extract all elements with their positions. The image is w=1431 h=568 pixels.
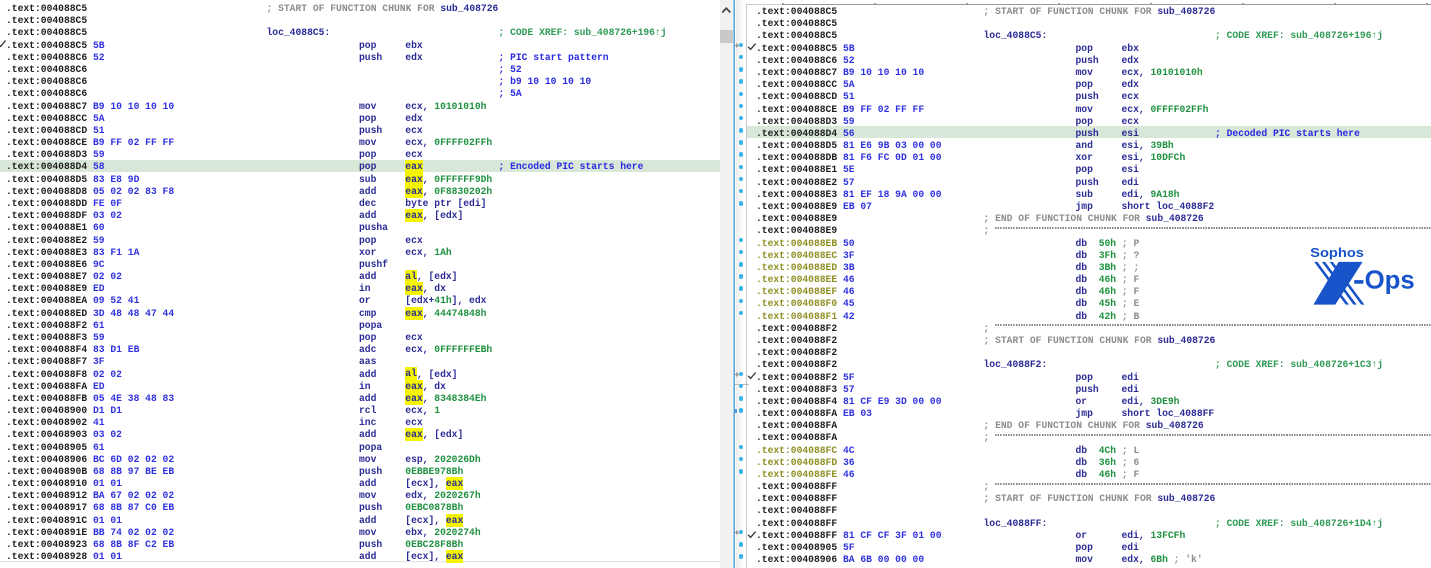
- svg-text:Sophos: Sophos: [1310, 246, 1364, 260]
- svg-text:Ops: Ops: [1365, 267, 1415, 295]
